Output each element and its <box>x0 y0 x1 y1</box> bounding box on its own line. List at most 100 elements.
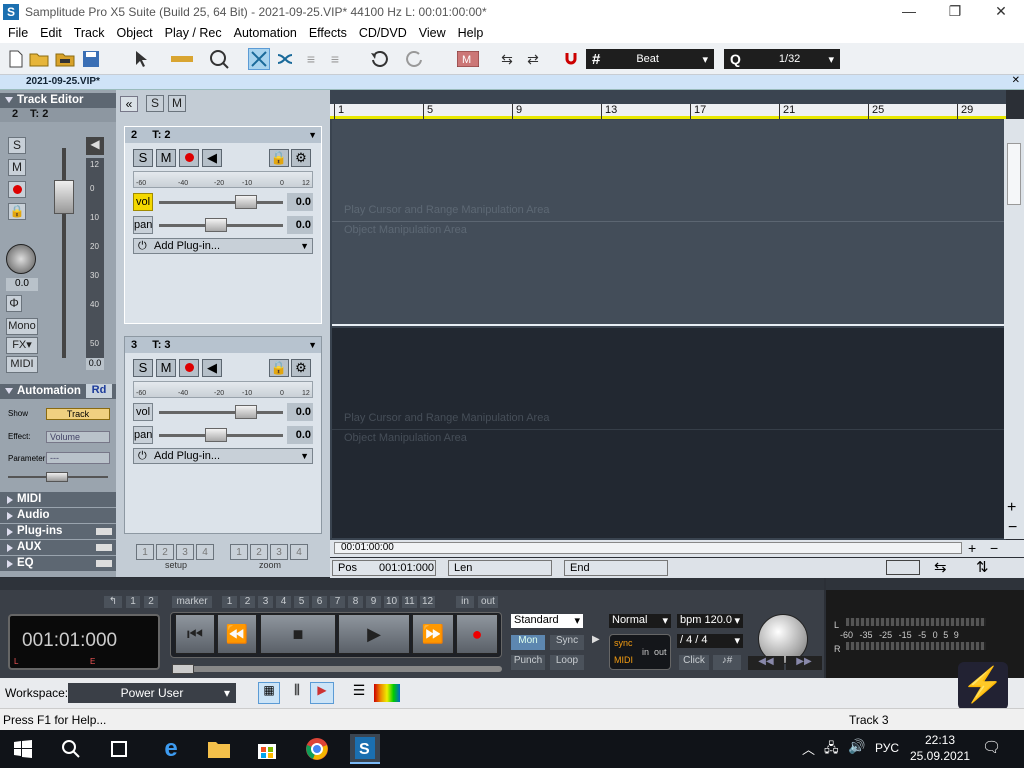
marker-num-button[interactable]: 9 <box>366 596 381 608</box>
setup-4-button[interactable]: 4 <box>196 544 214 560</box>
volume-fader-knob[interactable] <box>54 180 74 214</box>
mode-dropdown[interactable]: Standard ▾ <box>511 614 583 628</box>
fit-view-icon[interactable] <box>886 560 920 575</box>
loop-button[interactable]: Loop <box>550 655 584 670</box>
collapse-left-icon[interactable]: « <box>120 96 138 112</box>
language-indicator[interactable]: РУС <box>875 741 899 755</box>
menu-view[interactable]: View <box>413 26 452 40</box>
marker-num-button[interactable]: 3 <box>258 596 273 608</box>
punch-button[interactable]: Punch <box>511 655 545 670</box>
zoom-1-button[interactable]: 1 <box>230 544 248 560</box>
click-settings-icon[interactable]: ♪# <box>713 655 741 670</box>
bpm-field[interactable]: bpm 120.0 ▾ <box>677 614 743 628</box>
track-3-settings-icon[interactable]: ⚙ <box>291 359 311 377</box>
rewind-button[interactable]: ⏪ <box>217 614 257 654</box>
range-tool-icon[interactable] <box>170 48 194 70</box>
new-file-icon[interactable] <box>5 48 27 70</box>
mono-button[interactable]: Mono <box>6 318 38 335</box>
go-to-start-button[interactable]: ⏮ <box>175 614 215 654</box>
track-2-vol-knob[interactable] <box>235 195 257 209</box>
notifications-icon[interactable]: 🗨 <box>982 738 1001 756</box>
end-field[interactable]: End <box>564 560 668 576</box>
align-right-icon[interactable]: ≡ <box>324 48 346 70</box>
crossfade-editor-icon[interactable] <box>274 48 296 70</box>
volume-tray-icon[interactable]: 🔊 <box>848 738 865 755</box>
menu-track[interactable]: Track <box>68 26 111 40</box>
track-2-pan-label[interactable]: pan <box>133 216 153 234</box>
file-explorer-icon[interactable] <box>204 734 234 764</box>
move-arrows-icon[interactable]: ⇆ <box>496 48 518 70</box>
speaker-icon[interactable]: ◀ <box>86 137 104 155</box>
track-3-speaker-icon[interactable]: ◀ <box>202 359 222 377</box>
effect-field[interactable]: Volume <box>46 431 110 443</box>
normal-dropdown[interactable]: Normal ▾ <box>609 614 671 628</box>
search-icon[interactable] <box>56 734 86 764</box>
track-2-header[interactable]: 2 T: 2 ▼ S M ◀ 🔒 ⚙ -60 -40 -20 -10 0 12 … <box>124 126 322 324</box>
midi-button[interactable]: MIDI <box>6 356 38 373</box>
timeline-ruler[interactable]: 1 5 9 13 17 21 25 29 <box>330 104 1006 119</box>
show-track-button[interactable]: Track <box>46 408 110 420</box>
in-button[interactable]: in <box>456 596 474 608</box>
magnet-snap-icon[interactable] <box>560 48 582 70</box>
clock[interactable]: 22:13 25.09.2021 <box>910 732 970 764</box>
pan-knob[interactable] <box>6 244 36 274</box>
marker-num-button[interactable]: 4 <box>276 596 291 608</box>
editor-view-icon[interactable]: ▶ <box>310 682 334 704</box>
samplitude-taskbar-icon[interactable]: S <box>350 734 380 764</box>
menu-effects[interactable]: Effects <box>303 26 353 40</box>
record-transport-button[interactable]: ● <box>456 614 498 654</box>
menu-cd-dvd[interactable]: CD/DVD <box>353 26 413 40</box>
track-2-title[interactable]: 2 T: 2 ▼ <box>125 127 321 143</box>
solo-button[interactable]: S <box>8 137 26 154</box>
track-3-add-plugin[interactable]: ⏻ Add Plug-in... ▼ <box>133 448 313 464</box>
track-3-pan-knob[interactable] <box>205 428 227 442</box>
minimize-button[interactable]: — <box>886 0 932 23</box>
zoom-out-vertical-icon[interactable]: − <box>1008 519 1017 537</box>
menu-play-rec[interactable]: Play / Rec <box>159 26 228 40</box>
open-project-icon[interactable] <box>54 48 76 70</box>
play-button[interactable]: ▶ <box>338 614 410 654</box>
list-view-icon[interactable]: ☰ <box>348 682 370 704</box>
track-2-solo-button[interactable]: S <box>133 149 153 167</box>
section-midi[interactable]: MIDI <box>0 492 116 507</box>
track-editor-selector[interactable]: 2 T: 2 <box>0 108 116 122</box>
windows-start-icon[interactable] <box>8 734 38 764</box>
zoom-3-button[interactable]: 3 <box>270 544 288 560</box>
document-tab[interactable]: 2021-09-25.VIP* ✕ <box>0 75 1024 90</box>
track-2-add-plugin[interactable]: ⏻ Add Plug-in... ▼ <box>133 238 313 254</box>
time-display[interactable]: 001:01:000 L E <box>8 614 160 670</box>
pointer-tool-icon[interactable] <box>130 48 152 70</box>
plugins-toggle[interactable] <box>96 528 112 535</box>
tray-chevron-up-icon[interactable]: ︿ <box>802 739 815 758</box>
marker-num-button[interactable]: 7 <box>330 596 345 608</box>
task-view-icon[interactable] <box>104 734 134 764</box>
spectrum-icon[interactable] <box>374 684 400 702</box>
track-2-speaker-icon[interactable]: ◀ <box>202 149 222 167</box>
chrome-icon[interactable] <box>302 734 332 764</box>
edge-browser-icon[interactable]: e <box>156 734 186 764</box>
zoom-4-button[interactable]: 4 <box>290 544 308 560</box>
record-button[interactable] <box>8 181 26 198</box>
track-2-record-button[interactable] <box>179 149 199 167</box>
track-3-solo-button[interactable]: S <box>133 359 153 377</box>
setup-1-button[interactable]: 1 <box>136 544 154 560</box>
phase-button[interactable]: Φ <box>6 295 22 312</box>
expand-arrow-icon[interactable]: ▶ <box>592 634 600 645</box>
marker-num-button[interactable]: 1 <box>222 596 237 608</box>
marker-num-button[interactable]: 10 <box>384 596 399 608</box>
track-3-lane[interactable]: Play Cursor and Range Manipulation Area … <box>332 328 1004 538</box>
click-button[interactable]: Click <box>679 655 709 670</box>
sync-midi-panel[interactable]: sync MIDI in out <box>609 634 671 670</box>
time-signature-field[interactable]: / 4 / 4 ▾ <box>677 634 743 648</box>
track-3-pan-label[interactable]: pan <box>133 426 153 444</box>
transport-position-slider[interactable] <box>172 666 502 672</box>
timeline-scroll-thumb[interactable]: 00:01:00:00 <box>334 542 962 554</box>
aux-toggle[interactable] <box>96 544 112 551</box>
redo-icon[interactable] <box>404 48 426 70</box>
fast-forward-button[interactable]: ⏩ <box>412 614 454 654</box>
marker-num-button[interactable]: 8 <box>348 596 363 608</box>
layout-tracks-icon[interactable]: ▦ <box>258 682 280 704</box>
track-2-vol-label[interactable]: vol <box>133 193 153 211</box>
rewind-small-icon[interactable]: ◀◀ <box>748 656 784 670</box>
zoom-out-horizontal-icon[interactable]: − <box>990 540 998 556</box>
